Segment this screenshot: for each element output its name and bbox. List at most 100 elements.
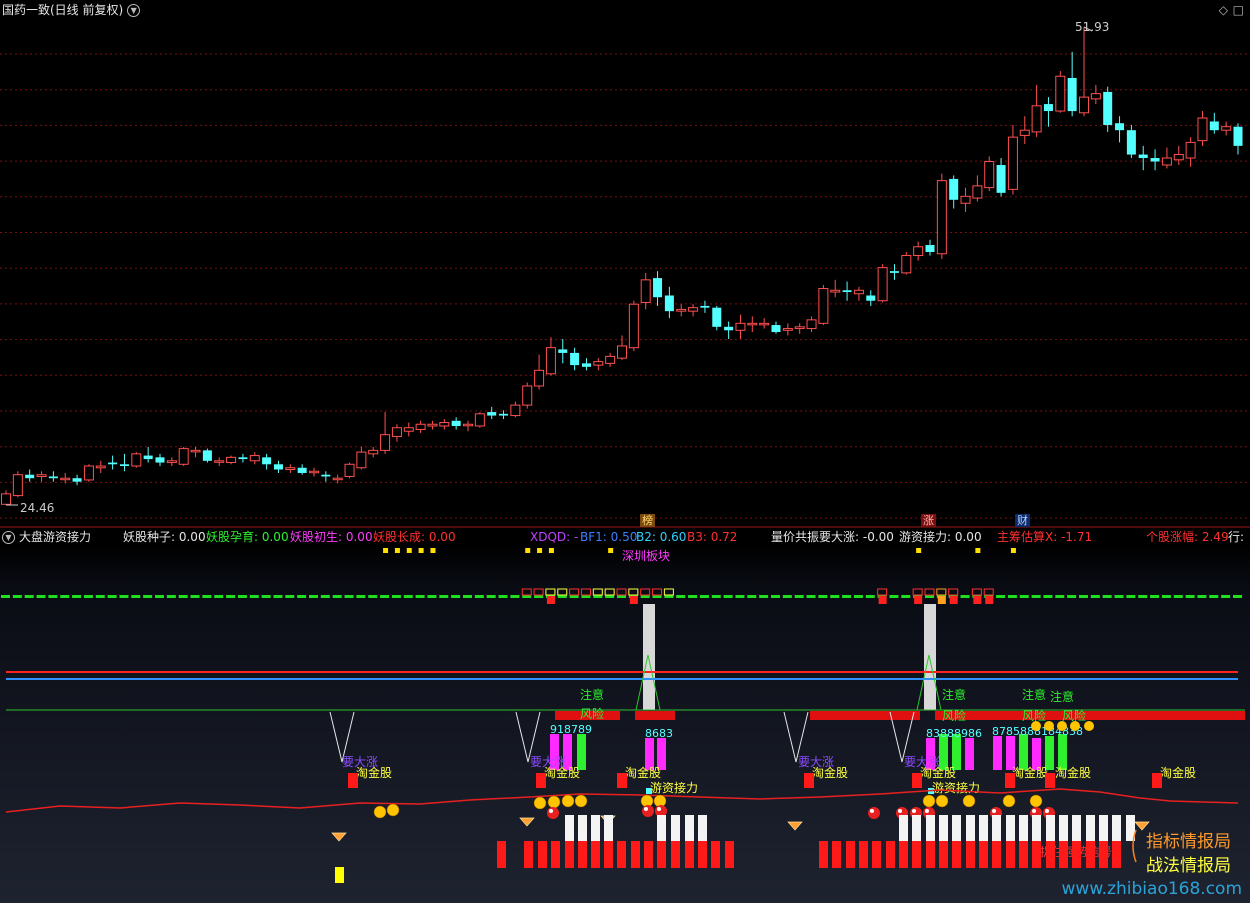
red-bar — [992, 841, 1001, 868]
red-bar — [591, 841, 600, 868]
red-bar — [832, 841, 841, 868]
indicator-value-10: 主筹估算X: -1.71 — [997, 530, 1093, 544]
candle-up — [285, 467, 296, 471]
fengxian-label: 风险 — [942, 708, 966, 723]
taojingu-label: 淘金股 — [1160, 765, 1196, 780]
red-bar — [497, 841, 506, 868]
candle-up — [190, 449, 201, 453]
chevron-down-icon[interactable]: ▼ — [127, 4, 141, 17]
candle-down — [700, 305, 710, 308]
dash-mark — [273, 595, 283, 598]
candle-down — [1150, 158, 1160, 162]
dash-mark — [320, 595, 330, 598]
dash-mark — [285, 595, 295, 598]
candle-down — [842, 290, 852, 293]
chevron-down-icon[interactable]: ▼ — [2, 531, 15, 544]
signal-bar — [1006, 736, 1015, 770]
red-bar — [1112, 841, 1121, 868]
candle-up — [936, 180, 947, 255]
taojingu-label: 淘金股 — [1012, 765, 1048, 780]
marker-cai[interactable]: 财 — [1015, 514, 1030, 527]
candle-down — [653, 278, 663, 298]
ball-icon — [642, 805, 654, 817]
dash-mark — [1114, 595, 1124, 598]
dash-mark — [214, 595, 224, 598]
candle-up — [344, 463, 355, 477]
red-bar — [1059, 841, 1068, 868]
dash-mark — [178, 595, 188, 598]
dash-mark — [261, 595, 271, 598]
dash-mark — [1150, 595, 1160, 598]
candle-up — [782, 328, 793, 331]
indicator-value-8: 量价共振要大涨: -0.00 — [771, 530, 894, 544]
dash-mark — [1079, 595, 1088, 598]
tall-bar — [643, 604, 655, 710]
indicator-value-7: B3: 0.72 — [687, 530, 738, 544]
candle-up — [332, 477, 343, 481]
red-bar — [538, 841, 547, 868]
candle-up — [36, 474, 47, 477]
square-mark — [973, 596, 982, 604]
dash-mark — [771, 595, 780, 598]
candle-up — [1197, 117, 1208, 142]
smiley-icon — [935, 794, 949, 808]
candle-up — [427, 423, 438, 427]
candle-down — [72, 478, 82, 482]
candle-down — [119, 464, 129, 467]
window-title[interactable]: 国药一致(日线 前复权) ▼ — [2, 3, 141, 17]
candle-up — [830, 289, 841, 293]
candle-up — [166, 460, 177, 464]
signal-bar — [965, 738, 974, 770]
indicator-title[interactable]: ▼ 大盘游资接力 — [2, 530, 91, 544]
dash-mark — [463, 595, 472, 598]
white-bar — [685, 815, 694, 841]
smiley-icon — [1029, 794, 1043, 808]
candle-down — [48, 476, 58, 479]
red-bar — [1046, 841, 1055, 868]
marker-zhang[interactable]: 涨 — [921, 514, 936, 527]
yellow-dot — [418, 548, 424, 553]
red-bar — [657, 841, 666, 868]
dash-mark — [960, 595, 970, 598]
yellow-dot — [1010, 548, 1016, 553]
taojingu-label: 淘金股 — [544, 765, 580, 780]
dash-mark — [842, 595, 852, 598]
yellow-dot — [525, 548, 531, 553]
candle-up — [628, 303, 639, 349]
dash-mark — [1067, 595, 1077, 598]
red-band — [635, 711, 675, 720]
ball-highlight — [657, 807, 661, 811]
yellow-circle — [1084, 721, 1094, 731]
zhuyi-label: 注意 — [942, 687, 966, 702]
red-square — [536, 773, 546, 788]
candle-up — [913, 246, 924, 256]
red-bar — [819, 841, 828, 868]
dash-mark — [1031, 595, 1041, 598]
number-label: 918789 — [550, 723, 592, 736]
dash-mark — [901, 595, 911, 598]
diamond-icon[interactable]: ◇ — [1219, 3, 1228, 17]
red-square — [1152, 773, 1162, 788]
candle-up — [984, 161, 995, 189]
candle-down — [558, 349, 568, 353]
dash-mark — [226, 595, 236, 598]
candle-up — [249, 455, 260, 462]
candle-up — [747, 322, 758, 326]
candle-up — [403, 427, 414, 432]
yellow-bar — [335, 867, 344, 883]
candle-up — [1031, 105, 1042, 133]
taojingu-label: 淘金股 — [356, 765, 392, 780]
candle-up — [1221, 126, 1232, 131]
candle-down — [321, 474, 331, 477]
candlestick-chart[interactable]: 深圳板块注意 注意 注意 注意风险 风险 风险 风险要大涨 要大涨 要大涨 要大涨淘金股 淘金股 淘金… — [0, 0, 1250, 903]
white-bar — [1059, 815, 1068, 841]
square-mark — [878, 596, 887, 604]
maximize-icon[interactable]: □ — [1233, 3, 1244, 17]
dash-mark — [782, 595, 792, 598]
candle-up — [617, 345, 627, 359]
dash-mark — [36, 595, 46, 598]
marker-bang[interactable]: 榜 — [640, 514, 655, 527]
dash-mark — [368, 595, 378, 598]
candle-up — [759, 322, 770, 326]
candle-up — [309, 470, 319, 474]
